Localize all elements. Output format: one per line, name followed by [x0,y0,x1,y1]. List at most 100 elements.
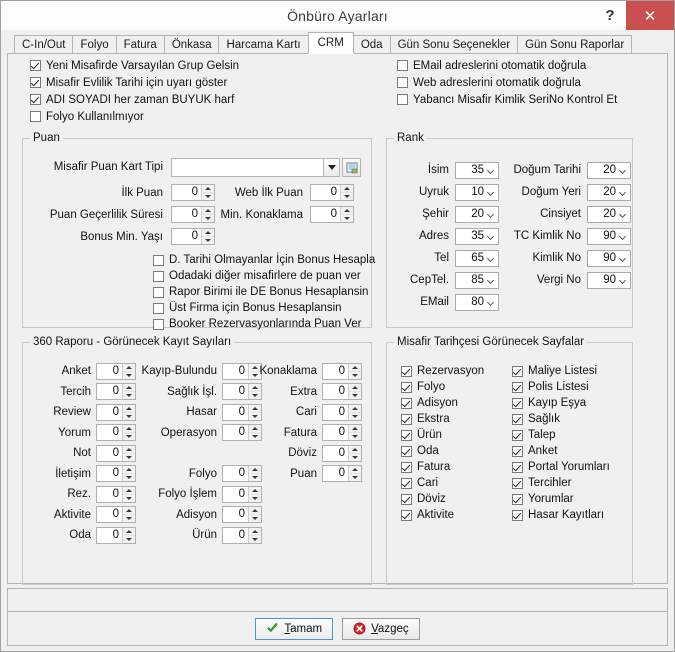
adisyon-arrows[interactable] [248,507,261,523]
checkbox-icon[interactable] [401,365,412,377]
checkbox-icon[interactable] [512,397,523,409]
kayip-bulundu-value[interactable]: 0 [223,363,248,379]
general-option-web-adreslerini-otomatik-dogrula[interactable]: Web adreslerini otomatik doğrula [397,74,617,91]
tab-gun-sonu-secenekler[interactable]: Gün Sonu Seçenekler [389,35,519,54]
chevron-down-icon[interactable] [488,233,495,240]
chevron-down-icon[interactable] [488,255,495,262]
checkbox-icon[interactable] [397,60,408,71]
rez-value[interactable]: 0 [97,486,122,502]
min-konaklama-value[interactable]: 0 [311,207,340,222]
bonus-min-yasi-arrows[interactable] [201,229,214,244]
dogum-tarihi-select[interactable]: 20 [587,161,631,179]
checkbox-icon[interactable] [401,509,412,521]
history-page-fatura[interactable]: Fatura [401,459,484,475]
urun-arrows[interactable] [248,527,261,543]
folyo-i-slem-stepper[interactable]: 0 [222,485,262,503]
rez-arrows[interactable] [122,486,135,502]
operasyon-value[interactable]: 0 [223,425,248,441]
puan-gecerlilik-suresi-arrows[interactable] [201,207,214,222]
uyruk-select[interactable]: 10 [455,183,499,201]
tab-folyo[interactable]: Folyo [72,35,117,54]
kimlik-no-select[interactable]: 90 [587,249,631,267]
checkbox-icon[interactable] [512,413,523,425]
dogum-yeri-select[interactable]: 20 [587,183,631,201]
history-page-maliye-listesi[interactable]: Maliye Listesi [512,363,610,379]
checkbox-icon[interactable] [397,77,408,88]
ilk-puan-stepper[interactable]: 0 [171,184,215,201]
oda-stepper[interactable]: 0 [96,526,136,544]
checkbox-icon[interactable] [30,94,41,105]
aktivite-stepper[interactable]: 0 [96,506,136,524]
yorum-value[interactable]: 0 [97,425,122,441]
checkbox-icon[interactable] [512,461,523,473]
history-page-portal-yorumlari[interactable]: Portal Yorumları [512,459,610,475]
checkbox-icon[interactable] [401,397,412,409]
history-page-urun[interactable]: Ürün [401,427,484,443]
ilk-puan-value[interactable]: 0 [172,185,201,200]
checkbox-icon[interactable] [512,381,523,393]
folyo-i-slem-arrows[interactable] [248,486,261,502]
history-page-aktivite[interactable]: Aktivite [401,507,484,523]
cari-value[interactable]: 0 [323,404,348,420]
urun-value[interactable]: 0 [223,527,248,543]
checkbox-icon[interactable] [153,286,164,298]
chevron-down-icon[interactable] [620,211,627,218]
i-letisim-stepper[interactable]: 0 [96,465,136,483]
history-page-rezervasyon[interactable]: Rezervasyon [401,363,484,379]
cari-stepper[interactable]: 0 [322,403,362,421]
general-option-yabanci-misafir-kimlik-serino-kontrol-et[interactable]: Yabancı Misafir Kimlik SeriNo Kontrol Et [397,91,617,108]
puan-option-odadaki-diger-misafirlere-de-puan-ver[interactable]: Odadaki diğer misafirlere de puan ver [153,268,375,284]
anket-arrows[interactable] [122,363,135,379]
chevron-down-icon[interactable] [488,299,495,306]
puan-option-ust-firma-icin-bonus-hesaplansin[interactable]: Üst Firma için Bonus Hesaplansin [153,300,375,316]
not-arrows[interactable] [122,445,135,461]
review-value[interactable]: 0 [97,404,122,420]
puan-gecerlilik-suresi-value[interactable]: 0 [172,207,201,222]
anket-stepper[interactable]: 0 [96,362,136,380]
fatura-arrows[interactable] [348,425,361,441]
checkbox-icon[interactable] [401,493,412,505]
adres-select[interactable]: 35 [455,227,499,245]
tab-onkasa[interactable]: Önkasa [163,35,220,54]
tel-select[interactable]: 65 [455,249,499,267]
checkbox-icon[interactable] [401,381,412,393]
misafir-puan-kart-tipi-combo[interactable] [171,158,361,177]
history-page-talep[interactable]: Talep [512,427,610,443]
general-option-misafir-evlilik-tarihi-icin-uyari-goster[interactable]: Misafir Evlilik Tarihi için uyarı göster [30,74,239,91]
bonus-min-yasi-value[interactable]: 0 [172,229,201,244]
general-option-adi-soyadi-her-zaman-buyuk-harf[interactable]: ADI SOYADI her zaman BUYUK harf [30,91,239,108]
folyo-value[interactable]: 0 [223,466,248,482]
tab-c-in-out[interactable]: C-In/Out [14,35,74,54]
tercih-stepper[interactable]: 0 [96,383,136,401]
ok-button[interactable]: Tamam [255,617,334,640]
history-page-cari[interactable]: Cari [401,475,484,491]
puan-value[interactable]: 0 [323,466,348,482]
aktivite-arrows[interactable] [122,507,135,523]
history-page-saglik[interactable]: Sağlık [512,411,610,427]
rez-stepper[interactable]: 0 [96,485,136,503]
doviz-stepper[interactable]: 0 [322,444,362,462]
adisyon-value[interactable]: 0 [223,507,248,523]
chevron-down-icon[interactable] [323,158,340,177]
cinsiyet-select[interactable]: 20 [587,205,631,223]
checkbox-icon[interactable] [512,365,523,377]
chevron-down-icon[interactable] [488,189,495,196]
chevron-down-icon[interactable] [488,277,495,284]
checkbox-icon[interactable] [401,413,412,425]
chevron-down-icon[interactable] [620,233,627,240]
urun-stepper[interactable]: 0 [222,526,262,544]
extra-arrows[interactable] [348,384,361,400]
help-icon[interactable]: ? [594,1,626,30]
web-ilk-puan-stepper[interactable]: 0 [310,184,354,201]
chevron-down-icon[interactable] [488,167,495,174]
tab-fatura[interactable]: Fatura [115,35,165,54]
min-konaklama-arrows[interactable] [340,207,353,222]
tab-crm[interactable]: CRM [307,32,354,54]
history-page-tercihler[interactable]: Tercihler [512,475,610,491]
adisyon-stepper[interactable]: 0 [222,506,262,524]
history-page-anket[interactable]: Anket [512,443,610,459]
fatura-stepper[interactable]: 0 [322,424,362,442]
checkbox-icon[interactable] [401,477,412,489]
checkbox-icon[interactable] [153,254,164,266]
chevron-down-icon[interactable] [620,189,627,196]
